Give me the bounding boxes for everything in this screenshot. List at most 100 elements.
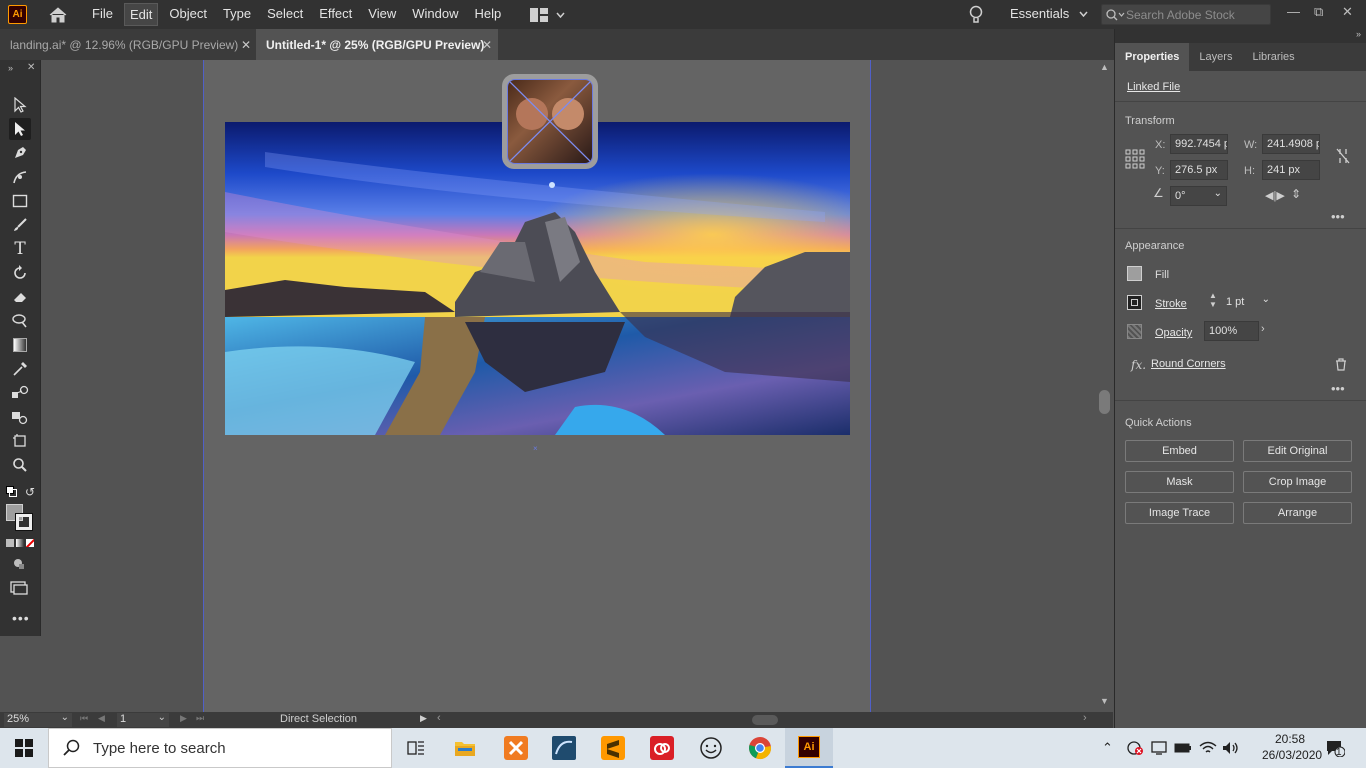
system-clock[interactable]: 20:58 26/03/2020 xyxy=(1262,731,1322,763)
free-transform-tool-icon[interactable] xyxy=(9,310,31,332)
blend-tool-icon[interactable] xyxy=(9,382,31,404)
tab-properties[interactable]: Properties xyxy=(1115,43,1190,71)
rotate-tool-icon[interactable] xyxy=(9,262,31,284)
gradient-mode-icon[interactable] xyxy=(16,539,24,547)
vertical-scrollbar[interactable]: ▲ ▼ xyxy=(1097,60,1113,712)
stroke-weight-input[interactable]: 1 pt ⌄ xyxy=(1222,293,1272,313)
none-mode-icon[interactable] xyxy=(26,539,34,547)
eyedropper-tool-icon[interactable] xyxy=(9,358,31,380)
creative-cloud-icon[interactable] xyxy=(638,728,686,768)
workspace-switcher[interactable]: Essentials xyxy=(1010,6,1088,21)
menu-view[interactable]: View xyxy=(363,3,401,26)
gradient-tool-icon[interactable] xyxy=(9,334,31,356)
screen-mode-icon[interactable] xyxy=(10,581,28,598)
taskbar-search-box[interactable]: Type here to search xyxy=(48,728,392,768)
emoji-app-icon[interactable] xyxy=(687,728,735,768)
stroke-color-swatch[interactable] xyxy=(1127,295,1142,310)
arrange-documents-button[interactable] xyxy=(530,7,565,22)
opacity-input[interactable]: 100% xyxy=(1204,321,1259,341)
edit-original-button[interactable]: Edit Original xyxy=(1243,440,1352,462)
menu-window[interactable]: Window xyxy=(407,3,463,26)
display-icon[interactable] xyxy=(1150,728,1168,768)
next-artboard-icon[interactable]: ▶ xyxy=(180,713,187,724)
mysql-workbench-icon[interactable] xyxy=(540,728,588,768)
edit-toolbar-icon[interactable]: ••• xyxy=(12,610,30,626)
close-icon[interactable]: ✕ xyxy=(241,38,251,52)
stroke-link[interactable]: Stroke xyxy=(1155,298,1187,310)
start-button[interactable] xyxy=(0,728,48,768)
tab-libraries[interactable]: Libraries xyxy=(1242,43,1304,71)
lightbulb-icon[interactable] xyxy=(968,5,984,28)
chevron-down-icon[interactable]: ⌄ xyxy=(1214,188,1222,199)
symbol-sprayer-tool-icon[interactable] xyxy=(9,406,31,428)
chevron-right-icon[interactable]: › xyxy=(1261,323,1265,335)
tab-landing[interactable]: landing.ai* @ 12.96% (RGB/GPU Preview) ✕ xyxy=(0,29,256,60)
eraser-tool-icon[interactable] xyxy=(9,286,31,308)
status-menu-icon[interactable]: ▶ xyxy=(420,713,427,724)
width-input[interactable]: 241.4908 p xyxy=(1262,134,1320,154)
home-icon[interactable] xyxy=(47,5,69,25)
draw-mode-icon[interactable] xyxy=(12,557,26,574)
constrain-proportions-icon[interactable] xyxy=(1335,147,1351,168)
menu-effect[interactable]: Effect xyxy=(314,3,357,26)
trash-icon[interactable] xyxy=(1335,358,1347,374)
x-input[interactable]: 992.7454 p xyxy=(1170,134,1228,154)
restore-icon[interactable]: ⧉ xyxy=(1314,4,1323,20)
fill-color-swatch[interactable] xyxy=(1127,266,1142,281)
last-artboard-icon[interactable]: ⏭ xyxy=(196,713,204,724)
more-options-icon[interactable]: ••• xyxy=(1331,209,1345,224)
show-hidden-icons[interactable]: ⌃ xyxy=(1102,728,1113,768)
curvature-tool-icon[interactable] xyxy=(9,166,31,188)
menu-object[interactable]: Object xyxy=(164,3,212,26)
zoom-tool-icon[interactable] xyxy=(9,454,31,476)
artboard-number-field[interactable]: 1 ⌄ xyxy=(117,712,169,727)
type-tool-icon[interactable]: T xyxy=(9,238,31,260)
height-input[interactable]: 241 px xyxy=(1262,160,1320,180)
chevron-down-icon[interactable]: ⌄ xyxy=(1262,294,1270,305)
crop-image-button[interactable]: Crop Image xyxy=(1243,471,1352,493)
fx-icon[interactable]: fx. xyxy=(1131,358,1146,372)
linked-image-thumbnail[interactable] xyxy=(507,79,593,164)
paintbrush-tool-icon[interactable] xyxy=(9,214,31,236)
rectangle-tool-icon[interactable] xyxy=(9,190,31,212)
action-center-icon[interactable] xyxy=(1325,728,1345,768)
xampp-icon[interactable] xyxy=(492,728,540,768)
close-icon[interactable]: ✕ xyxy=(482,38,492,52)
default-fill-stroke-icon[interactable] xyxy=(6,486,17,500)
mask-button[interactable]: Mask xyxy=(1125,471,1234,493)
vertical-scroll-thumb[interactable] xyxy=(1099,390,1110,414)
first-artboard-icon[interactable]: ⏮ xyxy=(80,713,88,724)
canvas[interactable]: × xyxy=(41,60,1097,712)
reference-point-icon[interactable] xyxy=(1125,149,1145,172)
stroke-stepper-icon[interactable]: ▲ ▼ xyxy=(1209,291,1217,309)
flip-vertical-icon[interactable]: ⇕ xyxy=(1291,187,1301,201)
stock-search-input[interactable]: Search Adobe Stock xyxy=(1101,4,1271,25)
minimize-icon[interactable]: — xyxy=(1287,4,1300,19)
more-options-icon[interactable]: ••• xyxy=(1331,381,1345,396)
scroll-down-icon[interactable]: ▼ xyxy=(1100,696,1109,706)
illustrator-taskbar-icon[interactable]: Ai xyxy=(785,728,833,768)
flip-horizontal-icon[interactable]: ◀|▶ xyxy=(1265,189,1285,202)
chrome-icon[interactable] xyxy=(736,728,784,768)
sublime-text-icon[interactable] xyxy=(589,728,637,768)
pen-tool-icon[interactable] xyxy=(9,142,31,164)
arrange-button[interactable]: Arrange xyxy=(1243,502,1352,524)
menu-edit[interactable]: Edit xyxy=(123,3,159,26)
round-corners-link[interactable]: Round Corners xyxy=(1151,358,1226,370)
embed-button[interactable]: Embed xyxy=(1125,440,1234,462)
wifi-icon[interactable] xyxy=(1199,728,1217,768)
menu-type[interactable]: Type xyxy=(218,3,256,26)
scroll-right-icon[interactable]: › xyxy=(1083,712,1087,724)
color-mode-icon[interactable] xyxy=(6,539,14,547)
scroll-left-icon[interactable]: ‹ xyxy=(437,712,441,724)
fill-stroke-swatch[interactable] xyxy=(6,504,34,532)
linked-image-placeholder[interactable] xyxy=(502,74,598,169)
task-view-icon[interactable] xyxy=(392,728,440,768)
horizontal-scroll-thumb[interactable] xyxy=(752,715,778,725)
menu-file[interactable]: File xyxy=(87,3,118,26)
battery-icon[interactable] xyxy=(1174,728,1192,768)
file-explorer-icon[interactable] xyxy=(441,728,489,768)
linked-file-link[interactable]: Linked File xyxy=(1127,81,1180,93)
artboard-tool-icon[interactable] xyxy=(9,430,31,452)
zoom-level-field[interactable]: 25% ⌄ xyxy=(4,712,72,727)
